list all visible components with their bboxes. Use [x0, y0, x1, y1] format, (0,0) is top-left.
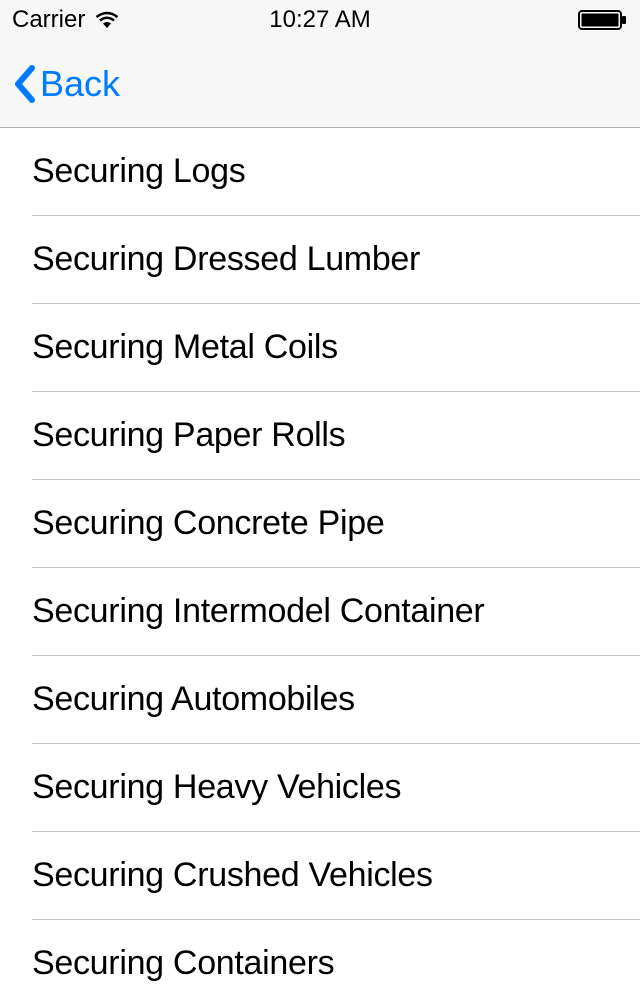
list-item[interactable]: Securing Heavy Vehicles — [0, 744, 640, 831]
wifi-icon — [93, 10, 121, 30]
list-item-label: Securing Intermodel Container — [32, 592, 484, 630]
list-item-label: Securing Paper Rolls — [32, 416, 345, 454]
list-item-label: Securing Metal Coils — [32, 328, 338, 366]
list-item[interactable]: Securing Intermodel Container — [0, 568, 640, 655]
list-item[interactable]: Securing Dressed Lumber — [0, 216, 640, 303]
list-item-label: Securing Automobiles — [32, 680, 355, 718]
list-item[interactable]: Securing Automobiles — [0, 656, 640, 743]
status-left: Carrier — [12, 6, 121, 34]
status-bar: Carrier 10:27 AM — [0, 0, 640, 40]
chevron-left-icon — [12, 64, 36, 104]
list-item-label: Securing Heavy Vehicles — [32, 768, 401, 806]
carrier-label: Carrier — [12, 6, 85, 34]
status-right — [578, 9, 628, 31]
battery-icon — [578, 9, 628, 31]
list-item[interactable]: Securing Metal Coils — [0, 304, 640, 391]
nav-bar: Back — [0, 40, 640, 128]
list-item-label: Securing Containers — [32, 944, 334, 982]
list-item-label: Securing Dressed Lumber — [32, 240, 420, 278]
list[interactable]: Securing Logs Securing Dressed Lumber Se… — [0, 128, 640, 1007]
list-item-label: Securing Concrete Pipe — [32, 504, 385, 542]
list-item-label: Securing Crushed Vehicles — [32, 856, 433, 894]
list-item[interactable]: Securing Containers — [0, 920, 640, 1007]
list-item[interactable]: Securing Logs — [0, 128, 640, 215]
back-button[interactable]: Back — [12, 63, 120, 105]
list-item[interactable]: Securing Crushed Vehicles — [0, 832, 640, 919]
list-item-label: Securing Logs — [32, 152, 245, 190]
back-label: Back — [40, 63, 120, 105]
list-item[interactable]: Securing Concrete Pipe — [0, 480, 640, 567]
list-item[interactable]: Securing Paper Rolls — [0, 392, 640, 479]
status-time: 10:27 AM — [269, 6, 370, 34]
